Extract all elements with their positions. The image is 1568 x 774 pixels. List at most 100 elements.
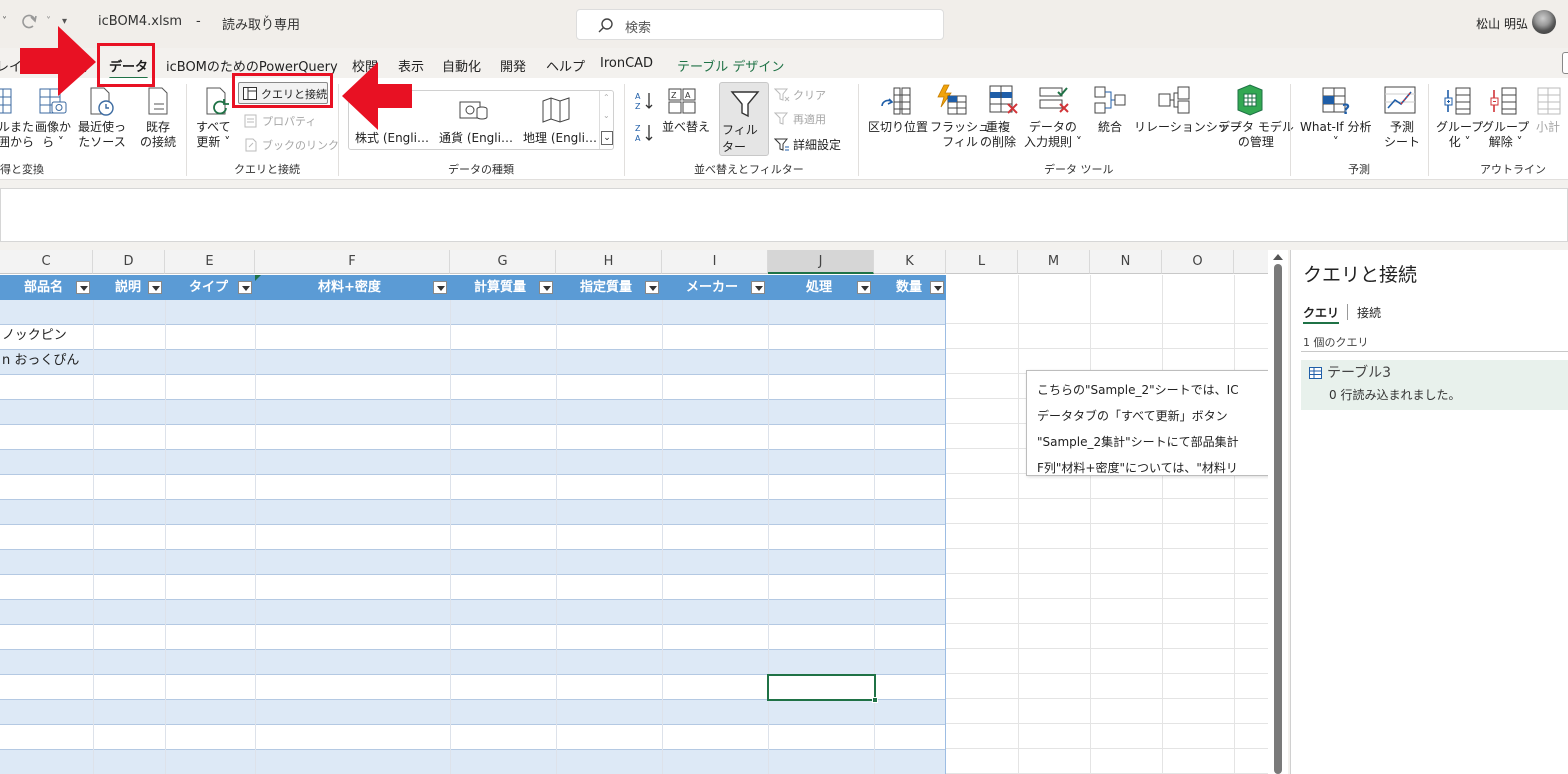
subtotal-button[interactable]: 小計 <box>1536 120 1560 135</box>
column-header-p[interactable] <box>1234 250 1268 274</box>
table-row[interactable] <box>0 575 946 600</box>
table-header-specified-mass[interactable]: 指定質量 <box>556 275 662 300</box>
scroll-up-icon[interactable] <box>1273 254 1283 260</box>
refresh-all-button[interactable]: すべて 更新 ˅ <box>196 120 231 150</box>
table-row[interactable] <box>0 650 946 675</box>
edit-links-button[interactable]: ブックのリンク <box>262 138 339 153</box>
column-header-e[interactable]: E <box>165 250 255 274</box>
column-header-j[interactable]: J <box>768 250 874 274</box>
existing-connections-button[interactable]: 既存 の接続 <box>140 120 176 150</box>
tab-ironcad[interactable]: IronCAD <box>600 56 653 71</box>
data-model-button[interactable]: データ モデル の管理 <box>1218 120 1294 150</box>
filter-dropdown-icon[interactable] <box>857 281 871 294</box>
recent-sources-button[interactable]: 最近使っ たソース <box>78 120 126 150</box>
column-header-k[interactable]: K <box>874 250 946 274</box>
table-row[interactable] <box>0 750 946 774</box>
tab-table-design[interactable]: テーブル デザイン <box>677 56 784 75</box>
query-item[interactable]: テーブル3 0 行読み込まれました。 <box>1301 360 1568 410</box>
cell-c-part-name[interactable]: ノックピン <box>2 323 67 348</box>
tab-help[interactable]: ヘルプ <box>546 56 585 75</box>
formula-bar-area[interactable] <box>0 188 1568 242</box>
table-header-maker[interactable]: メーカー <box>662 275 768 300</box>
pane-tab-queries[interactable]: クエリ <box>1303 304 1339 321</box>
column-header-g[interactable]: G <box>450 250 556 274</box>
table-row[interactable] <box>0 725 946 750</box>
filter-dropdown-icon[interactable] <box>539 281 553 294</box>
table-row[interactable] <box>0 375 946 400</box>
table-row[interactable] <box>0 300 946 325</box>
tab-automate[interactable]: 自動化 <box>442 56 481 75</box>
pane-tab-connections[interactable]: 接続 <box>1357 304 1381 321</box>
selected-cell[interactable] <box>767 674 878 703</box>
table-row[interactable] <box>0 425 946 450</box>
clear-button[interactable]: クリア <box>793 88 826 103</box>
table-row[interactable] <box>0 475 946 500</box>
filter-button[interactable]: フィルター <box>719 82 769 156</box>
search-box[interactable]: 検索 <box>576 9 944 40</box>
table-header-calc-mass[interactable]: 計算質量 <box>450 275 556 300</box>
read-only-chevron-icon[interactable]: ˅ <box>264 14 270 27</box>
table-header-part-name[interactable]: 部品名 <box>0 275 93 300</box>
avatar[interactable] <box>1532 10 1556 34</box>
column-header-c[interactable]: C <box>0 250 93 274</box>
forecast-sheet-button[interactable]: 予測 シート <box>1384 120 1420 150</box>
column-header-l[interactable]: L <box>946 250 1018 274</box>
cell-comment[interactable]: こちらの"Sample_2"シートでは、IC データタブの「すべて更新」ボタン … <box>1026 370 1272 476</box>
fill-handle[interactable] <box>872 697 878 703</box>
qat-dropdown-icon[interactable]: ˅ <box>2 16 7 27</box>
from-table-button[interactable]: ルまた 囲から <box>0 120 34 150</box>
filter-dropdown-icon[interactable] <box>930 281 944 294</box>
geography-button[interactable]: 地理 (Engli… <box>523 129 597 146</box>
filter-dropdown-icon[interactable] <box>238 281 252 294</box>
gallery-down-icon[interactable]: ⌄ <box>603 111 610 120</box>
table-row[interactable] <box>0 350 946 375</box>
remove-duplicates-button[interactable]: 重複 の削除 <box>980 120 1016 150</box>
sort-button[interactable]: 並べ替え <box>662 120 710 135</box>
column-header-n[interactable]: N <box>1090 250 1162 274</box>
table-row[interactable] <box>0 325 946 350</box>
table-row[interactable] <box>0 400 946 425</box>
user-name[interactable]: 松山 明弘 <box>1476 15 1528 32</box>
column-header-h[interactable]: H <box>556 250 662 274</box>
column-header-o[interactable]: O <box>1162 250 1234 274</box>
cell-c-part-name[interactable]: n おっくぴん <box>2 348 79 373</box>
table-header-material[interactable]: 材料+密度 <box>255 275 450 300</box>
table-header-type[interactable]: タイプ <box>165 275 255 300</box>
table-row[interactable] <box>0 550 946 575</box>
group-button[interactable]: グループ 化 ˅ <box>1436 120 1483 150</box>
column-header-i[interactable]: I <box>662 250 768 274</box>
filter-dropdown-icon[interactable] <box>433 281 447 294</box>
filter-dropdown-icon[interactable] <box>148 281 162 294</box>
column-header-f[interactable]: F <box>255 250 450 274</box>
table-row[interactable] <box>0 525 946 550</box>
gallery-scroll[interactable]: ⌃ ⌄ ⌄ <box>599 91 614 149</box>
table-row[interactable] <box>0 500 946 525</box>
text-to-columns-button[interactable]: 区切り位置 <box>868 120 928 135</box>
filter-dropdown-icon[interactable] <box>645 281 659 294</box>
sort-za-icon[interactable]: ZA <box>634 122 656 144</box>
table-row[interactable] <box>0 600 946 625</box>
table-header-description[interactable]: 説明 <box>93 275 165 300</box>
column-header-m[interactable]: M <box>1018 250 1090 274</box>
ribbon-display-toggle[interactable] <box>1562 52 1568 74</box>
table-header-quantity[interactable]: 数量 <box>874 275 946 300</box>
table-row[interactable] <box>0 700 946 725</box>
properties-button[interactable]: プロパティ <box>262 114 316 129</box>
sort-az-icon[interactable]: AZ <box>634 90 656 112</box>
ungroup-button[interactable]: グループ 解除 ˅ <box>1482 120 1529 150</box>
advanced-filter-button[interactable]: 詳細設定 <box>793 138 841 153</box>
gallery-more-icon[interactable]: ⌄ <box>601 131 613 145</box>
data-validation-button[interactable]: データの 入力規則 ˅ <box>1024 120 1082 150</box>
read-only-label[interactable]: 読み取り専用 <box>222 14 300 33</box>
what-if-button[interactable]: What-If 分析 ˅ <box>1300 120 1371 150</box>
column-header-d[interactable]: D <box>93 250 165 274</box>
reapply-button[interactable]: 再適用 <box>793 112 826 127</box>
table-row[interactable] <box>0 450 946 475</box>
filter-dropdown-icon[interactable] <box>751 281 765 294</box>
table-row[interactable] <box>0 625 946 650</box>
tab-developer[interactable]: 開発 <box>500 56 526 75</box>
consolidate-button[interactable]: 統合 <box>1098 120 1122 135</box>
currencies-button[interactable]: 通貨 (Engli… <box>439 129 513 146</box>
from-picture-button[interactable]: 画像か ら ˅ <box>35 120 71 150</box>
table-header-process[interactable]: 処理 <box>768 275 874 300</box>
